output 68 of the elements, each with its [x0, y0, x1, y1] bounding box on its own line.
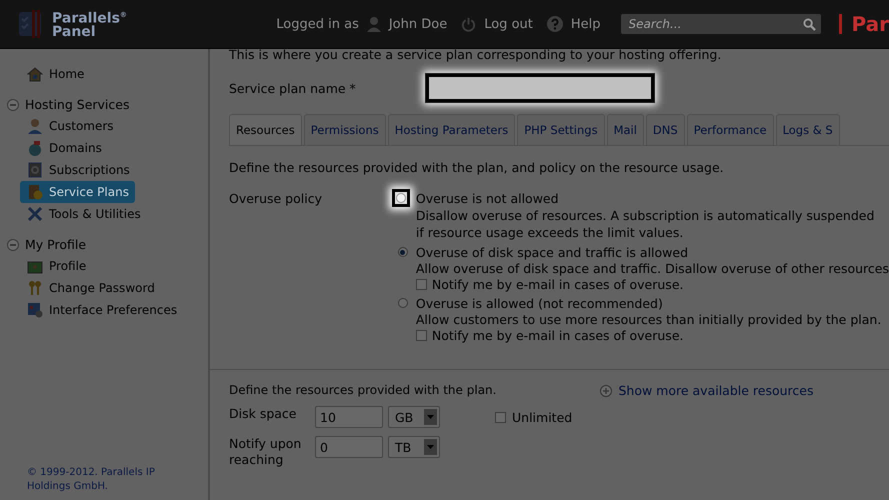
sidebar-group-title[interactable]: My Profile [25, 237, 86, 252]
radio-button[interactable] [396, 193, 406, 203]
tab[interactable]: Performance [686, 114, 774, 145]
radio-button[interactable] [398, 247, 408, 257]
option-description: Disallow overuse of resources. A subscription is automatically suspended if resource usage exceeds the limit values. [416, 207, 876, 241]
sidebar-item[interactable]: Domains [27, 137, 105, 159]
value-field[interactable]: 10 [315, 406, 383, 428]
checkbox-label[interactable]: Unlimited [512, 410, 572, 425]
sidebar-item[interactable]: Profile [27, 255, 90, 277]
option-title[interactable]: Overuse is not allowed [416, 191, 889, 207]
logged-in-label: Logged in as [276, 16, 359, 32]
option-description: Allow customers to use more resources than initially provided by the plan. [416, 311, 882, 328]
collapse-toggle[interactable] [7, 98, 19, 110]
keys-icon [27, 280, 43, 296]
sidebar-item[interactable]: Home [27, 63, 88, 85]
sidebar-item[interactable]: Customers [27, 115, 117, 137]
option-title[interactable]: Overuse is allowed (not recommended) [416, 296, 889, 311]
sidebar-item[interactable]: Change Password [27, 277, 158, 299]
checkbox[interactable] [416, 330, 427, 341]
help-icon[interactable] [546, 16, 563, 32]
search-field[interactable]: Search... [620, 14, 821, 34]
unit-dropdown[interactable]: TB [388, 436, 440, 458]
search-icon[interactable] [802, 18, 816, 31]
section-description: Define the resources provided with the plan, and policy on the resource usage. [229, 160, 725, 175]
field-label: Overuse policy [229, 191, 323, 208]
tab[interactable]: Resources [229, 114, 302, 145]
brand-mark-icon [838, 14, 842, 34]
field-label: Notify upon reaching [229, 436, 302, 468]
tab[interactable]: Mail [606, 114, 644, 145]
help-link[interactable]: Help [570, 16, 601, 32]
person-icon [27, 118, 43, 134]
user-icon [366, 16, 381, 32]
sidebar-item[interactable]: Subscriptions [27, 159, 133, 181]
user-name[interactable]: John Doe [388, 16, 448, 32]
copyright-text: © 1999-2012. Parallels IP Holdings GmbH. [26, 466, 156, 494]
sidebar-group-title[interactable]: Hosting Services [25, 97, 130, 112]
collapse-toggle[interactable] [7, 238, 19, 250]
value-field[interactable]: 0 [315, 436, 383, 458]
checkbox[interactable] [416, 279, 427, 290]
brand-logo-text: Par [852, 12, 889, 36]
house-icon [27, 66, 43, 82]
tab[interactable]: DNS [646, 114, 685, 145]
power-icon[interactable] [461, 16, 476, 32]
sidebar-item[interactable]: Interface Preferences [27, 299, 180, 321]
tab[interactable]: Logs & S [776, 114, 840, 145]
globe-icon [27, 140, 43, 156]
tab[interactable]: Permissions [304, 114, 386, 145]
show-more-link[interactable]: Show more available resources [618, 383, 814, 398]
plus-icon[interactable] [600, 384, 612, 396]
section-description: Define the resources provided with the plan. [229, 383, 496, 398]
logout-link[interactable]: Log out [484, 16, 533, 32]
gear-icon [27, 162, 43, 178]
checkbox-label[interactable]: Notify me by e-mail in cases of overuse. [432, 328, 684, 343]
field-label: Service plan name * [229, 80, 357, 96]
checkbox[interactable] [495, 412, 506, 423]
logo-text: Parallels$^{®}$ Panel [52, 10, 127, 39]
checkbox-label[interactable]: Notify me by e-mail in cases of overuse. [432, 277, 684, 292]
tab[interactable]: Hosting Parameters [388, 114, 516, 145]
option-title[interactable]: Overuse of disk space and traffic is allowed [416, 245, 889, 260]
intro-text: This is where you create a service plan corresponding to your hosting offering. [229, 49, 722, 62]
field-label: Disk space [229, 406, 298, 422]
sidebar-item[interactable]: Tools & Utilities [27, 203, 144, 225]
option-description: Allow overuse of disk space and traffic. Disallow overuse of other resources [416, 260, 889, 277]
tab[interactable]: PHP Settings [517, 114, 605, 145]
sidebar-item[interactable]: Service Plans [20, 181, 135, 203]
radio-button[interactable] [398, 298, 408, 308]
plan-name-field[interactable] [426, 74, 654, 102]
unit-dropdown[interactable]: GB [388, 406, 440, 428]
